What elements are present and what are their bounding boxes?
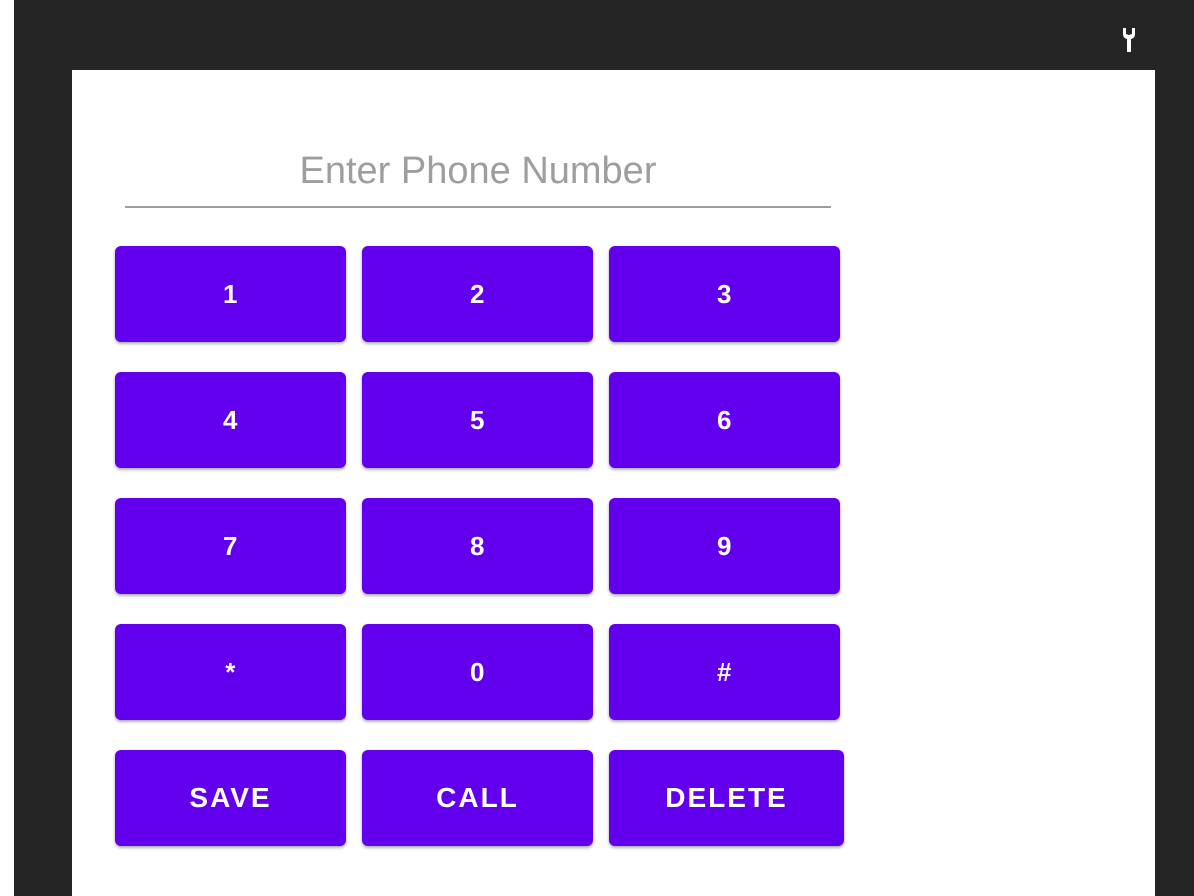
app-window: 1 2 3 4 5 6 7 8 9 * 0 # SAVE CALL DELETE: [0, 0, 1194, 896]
key-9-button[interactable]: 9: [609, 498, 840, 594]
key-hash-button[interactable]: #: [609, 624, 840, 720]
phone-number-input[interactable]: [125, 136, 831, 208]
wrench-icon: [1123, 28, 1135, 52]
frame-left: [14, 0, 72, 896]
key-1-button[interactable]: 1: [115, 246, 346, 342]
key-6-button[interactable]: 6: [609, 372, 840, 468]
save-button[interactable]: SAVE: [115, 750, 346, 846]
key-4-button[interactable]: 4: [115, 372, 346, 468]
key-3-button[interactable]: 3: [609, 246, 840, 342]
frame-right: [1155, 0, 1194, 896]
key-8-button[interactable]: 8: [362, 498, 593, 594]
delete-button[interactable]: DELETE: [609, 750, 844, 846]
key-0-button[interactable]: 0: [362, 624, 593, 720]
left-edge: [0, 0, 14, 896]
key-5-button[interactable]: 5: [362, 372, 593, 468]
dialer-screen: 1 2 3 4 5 6 7 8 9 * 0 # SAVE CALL DELETE: [72, 70, 1155, 896]
key-2-button[interactable]: 2: [362, 246, 593, 342]
key-star-button[interactable]: *: [115, 624, 346, 720]
call-button[interactable]: CALL: [362, 750, 593, 846]
status-bar: [14, 0, 1194, 70]
key-7-button[interactable]: 7: [115, 498, 346, 594]
